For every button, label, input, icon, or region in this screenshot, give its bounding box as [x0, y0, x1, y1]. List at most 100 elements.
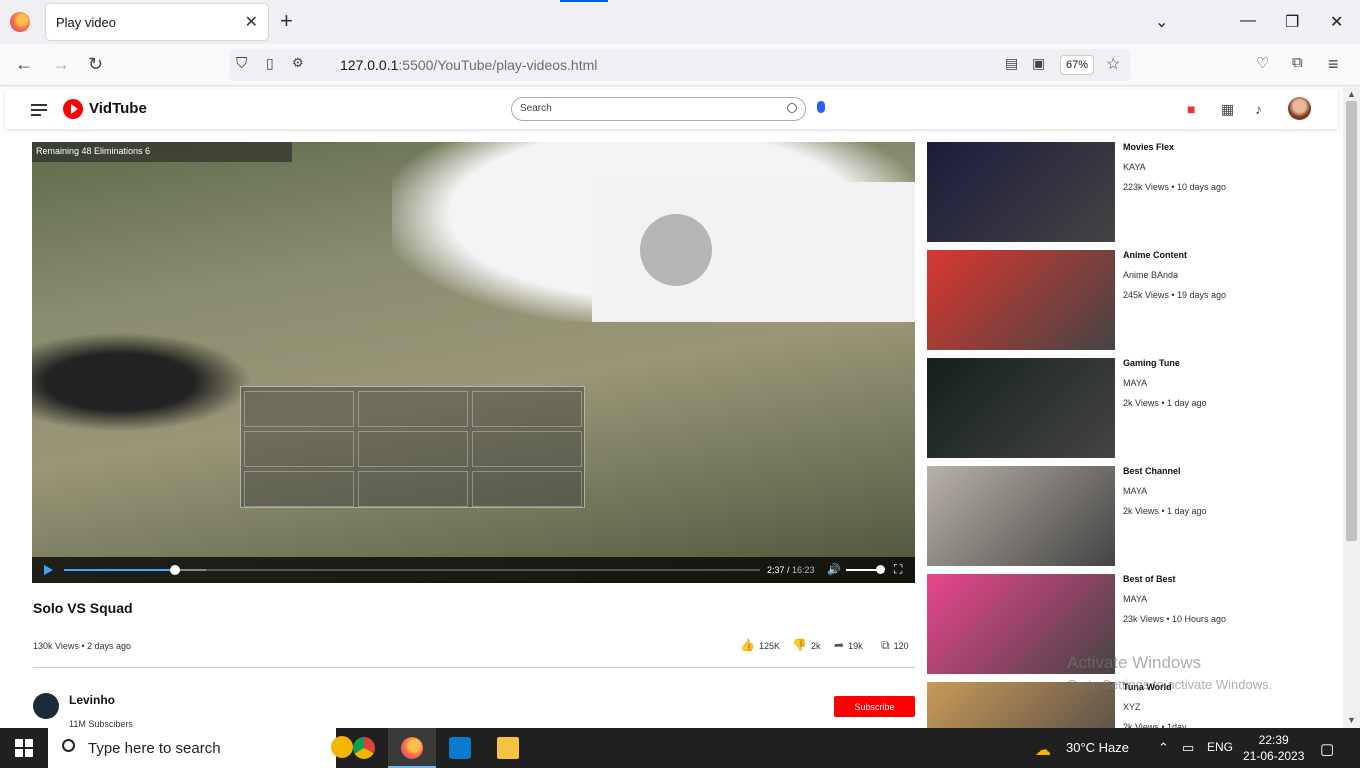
save-playlist-icon: ⧉	[881, 638, 890, 652]
user-avatar[interactable]	[1288, 97, 1311, 120]
scroll-down-icon[interactable]: ▼	[1347, 715, 1356, 725]
extensions-icon[interactable]: ⧉	[1292, 54, 1303, 71]
site-logo-text[interactable]: VidTube	[89, 100, 147, 117]
thumbs-up-icon: 👍	[740, 638, 755, 652]
weather-icon: ☁	[1035, 742, 1051, 759]
like-button[interactable]: 👍 125K	[740, 638, 780, 652]
taskbar-firefox[interactable]	[388, 728, 436, 768]
divider	[33, 667, 915, 668]
network-icon[interactable]: ▭	[1182, 740, 1194, 756]
taskbar-search[interactable]: Type here to search	[48, 728, 353, 768]
create-video-icon[interactable]: ■	[1187, 101, 1195, 117]
subscribe-button[interactable]: Subscribe	[834, 696, 915, 717]
reader-view-icon[interactable]: ▤	[1005, 55, 1018, 72]
taskbar-search-text: Type here to search	[88, 740, 221, 757]
recommendation-meta: 223k Views • 10 days ago	[1123, 182, 1227, 192]
scroll-up-icon[interactable]: ▲	[1347, 89, 1356, 99]
recommendation-title[interactable]: Movies Flex	[1123, 142, 1174, 152]
tab-bar: Play video ✕ + ⌄ — ❐ ✕	[0, 0, 1360, 44]
tab-play-video[interactable]: Play video ✕	[46, 4, 268, 40]
dislike-button[interactable]: 👎 2k	[792, 638, 820, 652]
search-input[interactable]: Search	[511, 97, 806, 121]
recommendation-title[interactable]: Anime Content	[1123, 250, 1187, 260]
recommendation-item[interactable]: Anime Content Anime BAnda 245k Views • 19 …	[927, 250, 1227, 350]
recommendation-title[interactable]: Best of Best	[1123, 574, 1176, 584]
firefox-taskbar-icon	[401, 737, 423, 759]
share-button[interactable]: ➦ 19k	[834, 638, 863, 652]
url-host: 127.0.0.1	[340, 57, 399, 73]
save-button[interactable]: ⧉ 120	[881, 638, 909, 653]
page-icon[interactable]: ▯	[266, 55, 274, 72]
video-meta: 130k Views • 2 days ago	[33, 641, 132, 651]
recommendation-item[interactable]: Gaming Tune MAYA 2k Views • 1 day ago	[927, 358, 1227, 458]
tab-indicator	[560, 0, 608, 2]
recommendation-item[interactable]: Best Channel MAYA 2k Views • 1 day ago	[927, 466, 1227, 566]
hamburger-menu-icon[interactable]	[31, 104, 47, 116]
progress-bar[interactable]	[64, 565, 760, 575]
url-text[interactable]: 127.0.0.1:5500/YouTube/play-videos.html	[340, 57, 597, 73]
back-icon[interactable]: ←	[15, 54, 33, 75]
forward-icon[interactable]: →	[52, 54, 70, 75]
apps-icon[interactable]: ▦	[1221, 101, 1234, 118]
minimize-icon[interactable]: —	[1240, 12, 1256, 30]
tab-close-icon[interactable]: ✕	[245, 12, 258, 32]
recommendation-meta: 2k Views • 1 day ago	[1123, 506, 1207, 516]
menu-icon[interactable]: ≡	[1328, 54, 1339, 75]
recommendation-item[interactable]: Movies Flex KAYA 223k Views • 10 days ago	[927, 142, 1227, 242]
game-hud: Remaining 48 Eliminations 6	[32, 142, 292, 162]
weather-text[interactable]: 30°C Haze	[1066, 740, 1129, 755]
pocket-icon[interactable]: ♡	[1256, 54, 1269, 72]
reload-icon[interactable]: ↻	[88, 54, 103, 75]
url-bar[interactable]: ⛉ ▯ ⚙ 127.0.0.1:5500/YouTube/play-videos…	[230, 49, 1130, 81]
new-tab-button[interactable]: +	[280, 10, 293, 32]
recommendation-meta: 245k Views • 19 days ago	[1123, 290, 1227, 300]
browser-window: Play video ✕ + ⌄ — ❐ ✕ ← → ↻ ⛉ ▯ ⚙ 127.0…	[0, 0, 1360, 728]
recommendation-thumbnail[interactable]	[927, 466, 1115, 566]
recommendation-title[interactable]: Best Channel	[1123, 466, 1181, 476]
firefox-icon[interactable]	[10, 12, 30, 32]
restore-icon[interactable]: ❐	[1285, 12, 1299, 32]
channel-avatar[interactable]	[33, 693, 59, 719]
clock[interactable]: 22:39 21-06-2023	[1243, 732, 1304, 764]
game-action-button	[640, 214, 712, 286]
mic-icon[interactable]	[817, 101, 825, 113]
notifications-bell-icon[interactable]: ♪	[1255, 101, 1262, 117]
recommendation-channel: MAYA	[1123, 486, 1148, 496]
video-controls: 2:37 / 16:23 🔊 ⛶	[32, 557, 915, 583]
scroll-thumb[interactable]	[1346, 101, 1357, 541]
video-player[interactable]: Remaining 48 Eliminations 6 2:37 / 16:23…	[32, 142, 915, 583]
taskbar-vscode[interactable]	[436, 728, 484, 768]
volume-icon[interactable]: 🔊	[827, 563, 841, 576]
channel-name[interactable]: Levinho	[69, 693, 115, 707]
page-scrollbar[interactable]: ▲ ▼	[1343, 87, 1360, 728]
recommendation-thumbnail[interactable]	[927, 250, 1115, 350]
search-icon[interactable]	[787, 103, 797, 113]
bookmark-star-icon[interactable]: ☆	[1106, 54, 1120, 74]
close-window-icon[interactable]: ✕	[1330, 12, 1343, 32]
clock-date: 21-06-2023	[1243, 749, 1305, 763]
recommendation-channel: MAYA	[1123, 378, 1148, 388]
zoom-level[interactable]: 67%	[1060, 55, 1094, 75]
pip-icon[interactable]: ▣	[1032, 55, 1045, 72]
notification-center-icon[interactable]: ▢	[1320, 740, 1334, 758]
progress-knob[interactable]	[170, 565, 181, 575]
taskbar-file-explorer[interactable]	[484, 728, 532, 768]
permissions-icon[interactable]: ⚙	[292, 55, 304, 71]
fullscreen-icon[interactable]: ⛶	[894, 562, 902, 577]
recommendation-channel: MAYA	[1123, 594, 1148, 604]
windows-start-icon[interactable]	[15, 739, 33, 757]
shield-icon[interactable]: ⛉	[236, 55, 247, 72]
recommendation-thumbnail[interactable]	[927, 142, 1115, 242]
volume-knob[interactable]	[876, 565, 885, 574]
recommendation-thumbnail[interactable]	[927, 358, 1115, 458]
tray-chevron-icon[interactable]: ⌃	[1158, 740, 1169, 756]
recommendation-title[interactable]: Gaming Tune	[1123, 358, 1180, 368]
progress-fill	[64, 569, 176, 571]
list-tabs-icon[interactable]: ⌄	[1155, 12, 1168, 32]
play-icon[interactable]	[44, 565, 53, 575]
language-indicator[interactable]: ENG	[1207, 740, 1233, 754]
duration: 16:23	[792, 565, 815, 575]
vidtube-logo-icon[interactable]	[63, 99, 83, 119]
taskbar-chrome[interactable]	[340, 728, 388, 768]
recommendation-channel: XYZ	[1123, 702, 1141, 712]
